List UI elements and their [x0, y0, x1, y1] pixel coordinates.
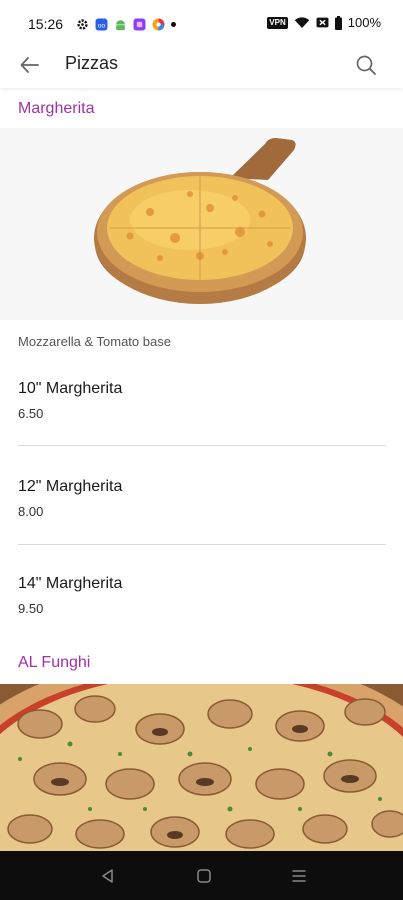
margherita-pizza-illustration [94, 138, 306, 304]
status-right: VPN 100% [267, 15, 381, 30]
menu-item[interactable]: 14" Margherita 9.50 [18, 575, 386, 623]
menu-recents-icon [292, 870, 306, 882]
system-navigation-bar [0, 851, 403, 900]
section-title-margherita: Margherita [18, 100, 95, 117]
data-saver-icon [316, 17, 329, 28]
margherita-image [0, 128, 403, 320]
wifi-icon [294, 17, 309, 28]
menu-item-name: 12" Margherita [18, 478, 123, 495]
settings-icon [77, 18, 88, 30]
menu-item[interactable]: 10" Margherita 6.50 [18, 380, 386, 428]
al-funghi-image [0, 654, 403, 851]
divider [18, 445, 386, 446]
messenger-icon: oo [95, 18, 108, 30]
android-icon [116, 19, 125, 30]
nav-home-button[interactable] [193, 865, 215, 887]
triangle-back-icon [102, 869, 113, 883]
nav-back-button[interactable] [97, 865, 119, 887]
search-button[interactable] [353, 51, 379, 79]
menu-item-price: 6.50 [18, 406, 44, 421]
vpn-badge: VPN [267, 16, 288, 29]
app-bar: Pizzas [0, 48, 403, 88]
search-icon [356, 55, 376, 75]
section-title-al-funghi: AL Funghi [18, 654, 91, 671]
menu-item-name: 10" Margherita [18, 380, 123, 397]
mushroom-pizza-illustration [0, 654, 403, 851]
menu-item-name: 14" Margherita [18, 575, 123, 592]
back-button[interactable] [16, 51, 44, 79]
status-bar: 15:26 oo VPN 100% [0, 0, 403, 48]
menu-item[interactable]: 12" Margherita 8.00 [18, 478, 386, 526]
colorful-app-icon [152, 18, 165, 30]
battery-percentage: 100% [347, 15, 381, 30]
menu-content[interactable]: Margherita Mozzarella & Tomato base 10" … [0, 88, 403, 851]
divider [18, 544, 386, 545]
nav-recents-button[interactable] [288, 865, 310, 887]
arrow-left-icon [20, 57, 39, 73]
more-notifications-dot-icon [171, 21, 176, 27]
svg-text:oo: oo [98, 22, 106, 29]
square-home-icon [197, 869, 211, 883]
menu-item-price: 9.50 [18, 601, 44, 616]
battery-icon [334, 15, 342, 30]
page-title: Pizzas [65, 53, 119, 73]
app-icon [133, 18, 146, 30]
notification-icons: oo [76, 15, 176, 33]
status-time: 15:26 [28, 16, 64, 32]
menu-item-price: 8.00 [18, 504, 44, 519]
section-description: Mozzarella & Tomato base [18, 334, 171, 349]
